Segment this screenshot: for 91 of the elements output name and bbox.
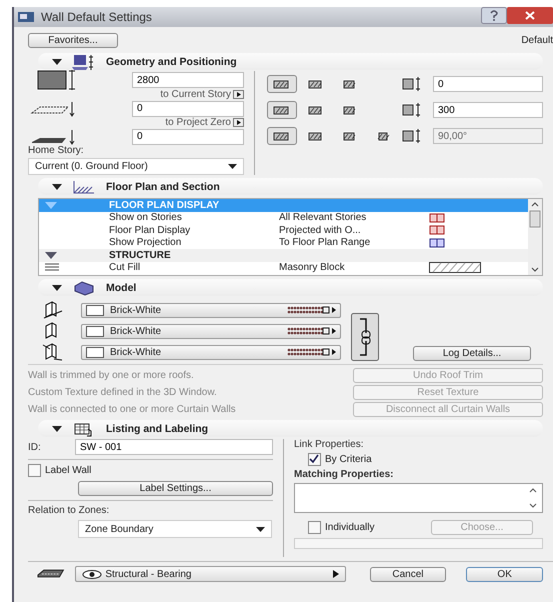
hatched-wall-option[interactable] — [267, 101, 297, 119]
home-story-dropdown[interactable]: Current (0. Ground Floor) — [28, 158, 244, 175]
section-header[interactable]: Geometry and Positioning — [38, 53, 543, 70]
checkbox-label: By Criteria — [325, 454, 372, 465]
zone-dropdown[interactable]: Zone Boundary — [78, 520, 272, 538]
scrollbar[interactable] — [528, 199, 542, 275]
checkbox[interactable] — [308, 453, 321, 466]
expand-triangle-icon[interactable] — [52, 184, 62, 190]
property-name: STRUCTURE — [109, 250, 172, 261]
property-value: To Floor Plan Range — [279, 237, 372, 248]
material-dropdown[interactable]: Brick-White — [81, 344, 341, 360]
layer-dropdown[interactable]: Structural - Bearing — [75, 566, 346, 582]
log-details-button[interactable]: Log Details... — [413, 346, 531, 361]
checkbox[interactable] — [28, 464, 41, 477]
table-row[interactable]: Cut Fill Masonry Block — [39, 262, 528, 274]
geometry-value-field[interactable]: 300 — [433, 102, 543, 118]
status-note: Wall is connected to one or more Curtain Walls — [28, 404, 236, 415]
app-icon — [17, 10, 35, 24]
table-row[interactable]: STRUCTURE — [39, 249, 528, 262]
base-value-field[interactable]: 0 — [132, 128, 244, 145]
wall-face-icon — [42, 301, 63, 319]
fill-icon — [45, 263, 59, 272]
property-name: Show Projection — [109, 237, 182, 248]
relation-label: Relation to Zones: — [28, 505, 110, 516]
display-mode-icon — [429, 238, 445, 248]
checkbox-label: Label Wall — [45, 465, 92, 476]
section-title: Geometry and Positioning — [106, 56, 237, 68]
display-mode-icon — [429, 225, 445, 236]
section-header[interactable]: Listing and Labeling — [38, 420, 543, 437]
wall-geometry-icon — [72, 52, 96, 70]
property-value: Masonry Block — [279, 262, 346, 274]
property-value: Projected with O... — [279, 224, 362, 236]
cancel-button[interactable]: Cancel — [370, 566, 446, 582]
matching-properties-label: Matching Properties: — [294, 469, 394, 480]
play-icon[interactable] — [332, 570, 339, 578]
bottom-offset-field[interactable]: 0 — [132, 100, 244, 117]
brick-pattern-icon[interactable] — [286, 305, 336, 315]
play-icon[interactable] — [233, 90, 244, 100]
expand-triangle-icon[interactable] — [52, 58, 62, 64]
close-icon[interactable] — [507, 7, 553, 24]
bottom-link-label: to Project Zero — [165, 117, 231, 128]
play-icon[interactable] — [233, 118, 244, 128]
expand-triangle-icon[interactable] — [52, 426, 62, 432]
id-field[interactable]: SW - 001 — [75, 439, 273, 455]
geometry-value-field[interactable]: 0 — [433, 76, 543, 92]
hatch-icon — [72, 178, 96, 194]
checkbox[interactable] — [308, 521, 321, 534]
scroll-arrows-icon[interactable] — [528, 486, 538, 510]
top-offset-field[interactable]: 2800 — [132, 72, 244, 88]
caret-icon[interactable] — [256, 526, 265, 532]
section-header[interactable]: Model — [38, 279, 543, 296]
id-label: ID: — [28, 442, 41, 452]
collapse-triangle-icon[interactable] — [45, 252, 57, 259]
chain-link-icon[interactable] — [351, 313, 379, 361]
wall-face-icon — [42, 343, 63, 361]
display-mode-icon — [429, 212, 445, 223]
ok-button[interactable]: OK — [466, 566, 543, 582]
brick-pattern-icon[interactable] — [286, 326, 336, 336]
eye-icon — [82, 570, 102, 578]
status-note: Custom Texture defined in the 3D Window. — [28, 387, 217, 398]
property-name: Cut Fill — [109, 262, 142, 274]
section-title: Model — [106, 282, 136, 294]
default-label: Default — [521, 34, 553, 46]
table-row[interactable]: Show on Stories All Relevant Stories — [39, 212, 528, 224]
help-icon[interactable] — [481, 7, 507, 24]
table-row[interactable]: Floor Plan Display Projected with O... — [39, 224, 528, 236]
section-title: Listing and Labeling — [106, 422, 208, 434]
window-title: Wall Default Settings — [41, 10, 153, 24]
section-header[interactable]: Floor Plan and Section — [38, 178, 543, 195]
property-value: All Relevant Stories — [279, 212, 368, 224]
property-name: Floor Plan Display — [109, 224, 192, 236]
checkbox-label: Individually — [325, 522, 374, 533]
brick-pattern-icon[interactable] — [286, 347, 336, 357]
label-settings-button[interactable]: Label Settings... — [78, 481, 273, 496]
property-name: Show on Stories — [109, 212, 183, 224]
table-row[interactable]: Show Projection To Floor Plan Range — [39, 236, 528, 249]
hatched-wall-option[interactable] — [267, 75, 297, 93]
material-dropdown[interactable]: Brick-White — [81, 302, 341, 318]
hatched-wall-option[interactable] — [267, 127, 297, 145]
model-shape-icon — [72, 280, 96, 296]
status-note: Wall is trimmed by one or more roofs. — [28, 370, 194, 381]
favorites-button[interactable]: Favorites... — [28, 32, 118, 48]
section-title: Floor Plan and Section — [106, 180, 220, 192]
top-link-label: to Current Story — [160, 89, 231, 100]
material-dropdown[interactable]: Brick-White — [81, 324, 341, 338]
link-properties-label: Link Properties: — [294, 439, 364, 450]
caret-icon[interactable] — [228, 164, 237, 169]
expand-triangle-icon[interactable] — [52, 284, 62, 290]
home-story-label: Home Story: — [28, 144, 85, 156]
fill-pattern-icon — [429, 262, 481, 274]
property-name: FLOOR PLAN DISPLAY — [109, 200, 220, 211]
